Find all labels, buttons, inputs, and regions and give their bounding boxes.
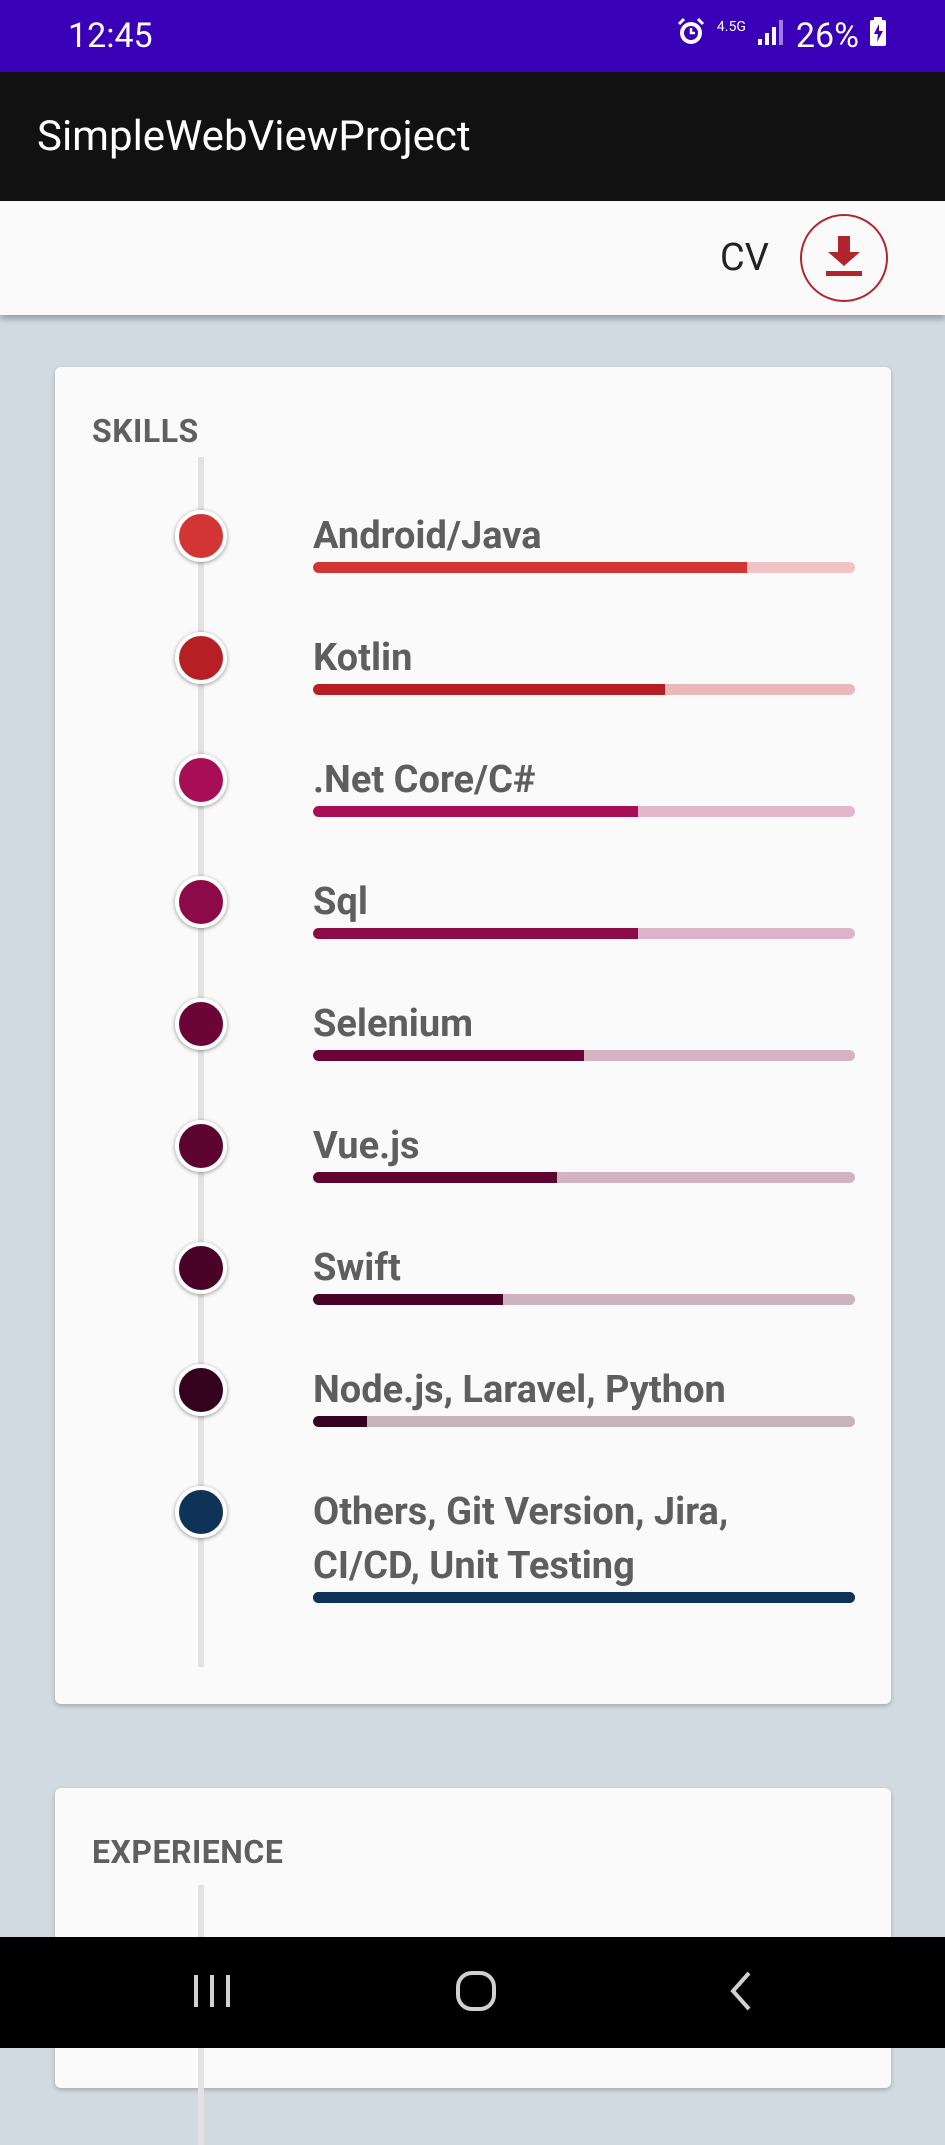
skill-progress-fill (313, 1592, 855, 1603)
skill-item: Android/Java (55, 510, 891, 620)
skills-title: SKILLS (92, 412, 199, 450)
skill-progress-fill (313, 928, 639, 939)
skill-item: Node.js, Laravel, Python (55, 1364, 891, 1474)
back-icon (723, 1969, 759, 2017)
status-icons: 4.5G 26% (675, 14, 887, 58)
status-bar: 12:45 4.5G 26% (0, 0, 945, 72)
skill-progress-bar (313, 1050, 855, 1061)
status-time: 12:45 (68, 16, 153, 56)
skill-progress-fill (313, 1172, 557, 1183)
skill-item: Selenium (55, 998, 891, 1108)
skill-progress-bar (313, 1592, 855, 1603)
skill-name: Swift (313, 1246, 401, 1290)
experience-title: EXPERIENCE (92, 1833, 284, 1871)
signal-icon (756, 16, 786, 56)
skill-progress-bar (313, 684, 855, 695)
skill-name: Selenium (313, 1002, 474, 1046)
skill-item: Kotlin (55, 632, 891, 742)
recents-icon (190, 1971, 234, 2015)
skill-item: Vue.js (55, 1120, 891, 1230)
skill-progress-bar (313, 1294, 855, 1305)
skill-name: Android/Java (313, 514, 542, 558)
timeline-dot (175, 632, 227, 684)
skill-name: Sql (313, 880, 368, 924)
battery-icon (869, 16, 887, 56)
download-cv-button[interactable] (800, 214, 888, 302)
timeline-dot (175, 1242, 227, 1294)
skill-progress-bar (313, 928, 855, 939)
app-title: SimpleWebViewProject (37, 112, 471, 161)
skill-item: Swift (55, 1242, 891, 1352)
timeline-dot (175, 1486, 227, 1538)
skill-progress-fill (313, 1050, 584, 1061)
timeline-dot (175, 754, 227, 806)
skill-progress-bar (313, 1416, 855, 1427)
skill-progress-bar (313, 562, 855, 573)
battery-level: 26% (795, 16, 859, 56)
app-bar: SimpleWebViewProject (0, 72, 945, 201)
skill-name: .Net Core/C# (313, 758, 536, 802)
skill-progress-bar (313, 1172, 855, 1183)
skill-name: Kotlin (313, 636, 413, 680)
skill-item: .Net Core/C# (55, 754, 891, 864)
skill-name: Others, Git Version, Jira, CI/CD, Unit T… (313, 1490, 729, 1588)
cv-label: CV (720, 236, 769, 280)
timeline-dot (175, 1120, 227, 1172)
skill-progress-fill (313, 684, 666, 695)
skill-item: Others, Git Version, Jira, CI/CD, Unit T… (55, 1486, 891, 1656)
system-nav-bar (0, 1937, 945, 2048)
skill-progress-fill (313, 1294, 503, 1305)
home-button[interactable] (446, 1965, 506, 2021)
skill-progress-bar (313, 806, 855, 817)
timeline-dot (175, 510, 227, 562)
cv-toolbar: CV (0, 201, 945, 315)
skill-name: Node.js, Laravel, Python (313, 1368, 726, 1412)
back-button[interactable] (711, 1965, 771, 2021)
alarm-icon (675, 16, 707, 57)
skills-card: SKILLS Android/Java Kotlin .Net Core/C# … (55, 367, 891, 1704)
skill-progress-fill (313, 1416, 368, 1427)
download-icon (824, 234, 864, 282)
skill-name: Vue.js (313, 1124, 420, 1168)
skill-progress-fill (313, 562, 747, 573)
timeline-dot (175, 998, 227, 1050)
network-type: 4.5G (716, 19, 746, 35)
timeline-dot (175, 876, 227, 928)
skill-progress-fill (313, 806, 639, 817)
home-icon (454, 1969, 498, 2017)
recents-button[interactable] (182, 1965, 242, 2021)
skill-item: Sql (55, 876, 891, 986)
timeline-dot (175, 1364, 227, 1416)
